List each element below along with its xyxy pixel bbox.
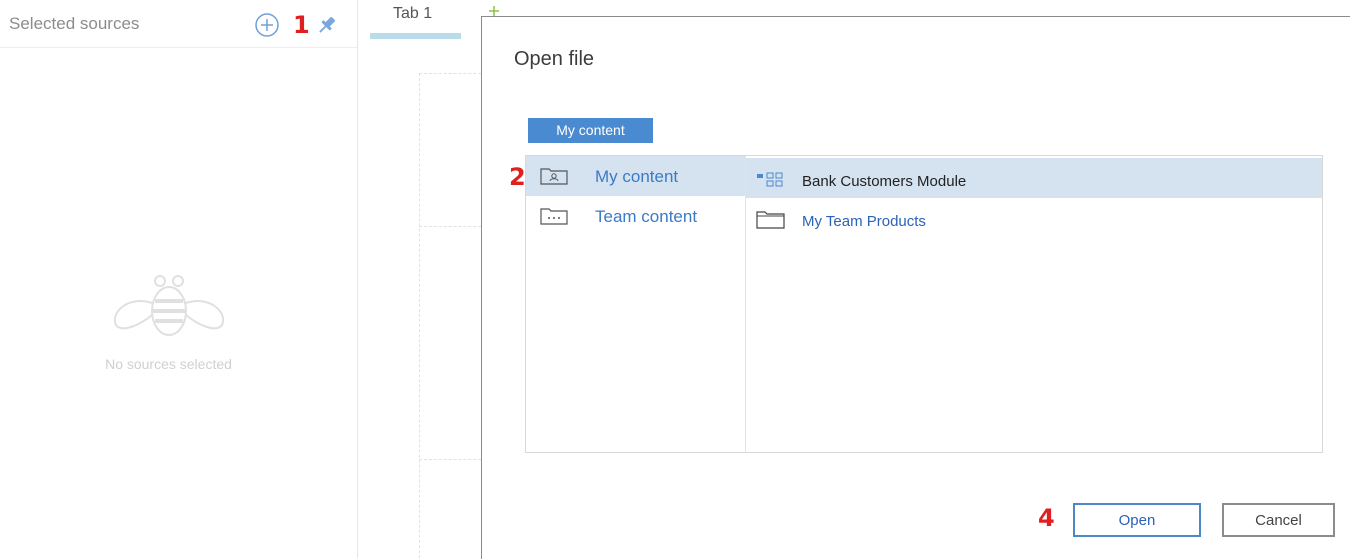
annotation-marker-2: 2 xyxy=(509,163,526,191)
nav-item-my-content[interactable]: My content xyxy=(526,156,745,196)
folder-icon xyxy=(756,211,785,229)
tab-1[interactable]: Tab 1 xyxy=(393,5,432,23)
canvas-grid-line xyxy=(419,73,481,74)
sources-panel: Selected sources 1 No sources selected xyxy=(0,0,358,558)
nav-item-label: Team content xyxy=(595,207,698,226)
add-source-icon[interactable] xyxy=(254,12,280,38)
annotation-marker-1: 1 xyxy=(293,11,310,39)
data-module-icon xyxy=(757,172,783,187)
bee-empty-state-icon xyxy=(113,275,225,336)
file-row-bank-customers-module[interactable]: Bank Customers Module xyxy=(746,158,1322,198)
pin-icon[interactable] xyxy=(315,13,339,37)
sources-title: Selected sources xyxy=(9,14,140,33)
location-list: My content Team content xyxy=(526,156,746,452)
team-folder-icon xyxy=(540,208,568,225)
open-button[interactable]: Open xyxy=(1073,503,1201,537)
dialog-title: Open file xyxy=(514,48,595,70)
cancel-button[interactable]: Cancel xyxy=(1222,503,1335,537)
nav-item-label: My content xyxy=(595,167,679,186)
nav-item-team-content[interactable]: Team content xyxy=(526,196,745,236)
file-list: Bank Customers Module My Team Products xyxy=(746,156,1322,452)
annotation-marker-4: 4 xyxy=(1038,504,1055,532)
file-label: My Team Products xyxy=(802,213,926,230)
canvas-grid-line xyxy=(419,459,481,460)
canvas-grid-line xyxy=(419,226,481,227)
active-tab-indicator xyxy=(370,33,461,39)
user-folder-icon xyxy=(540,168,568,185)
canvas-grid-line xyxy=(419,73,420,558)
sources-header: Selected sources 1 xyxy=(0,0,357,48)
open-file-dialog: Open file My content 2 3 My content xyxy=(481,16,1350,559)
add-tab-icon[interactable] xyxy=(489,6,499,16)
file-row-my-team-products[interactable]: My Team Products xyxy=(746,198,1322,238)
file-browser: My content Team content Bank Customers M… xyxy=(525,155,1323,453)
file-label: Bank Customers Module xyxy=(802,173,967,190)
empty-state-text: No sources selected xyxy=(105,356,232,372)
breadcrumb-my-content[interactable]: My content xyxy=(528,118,653,143)
